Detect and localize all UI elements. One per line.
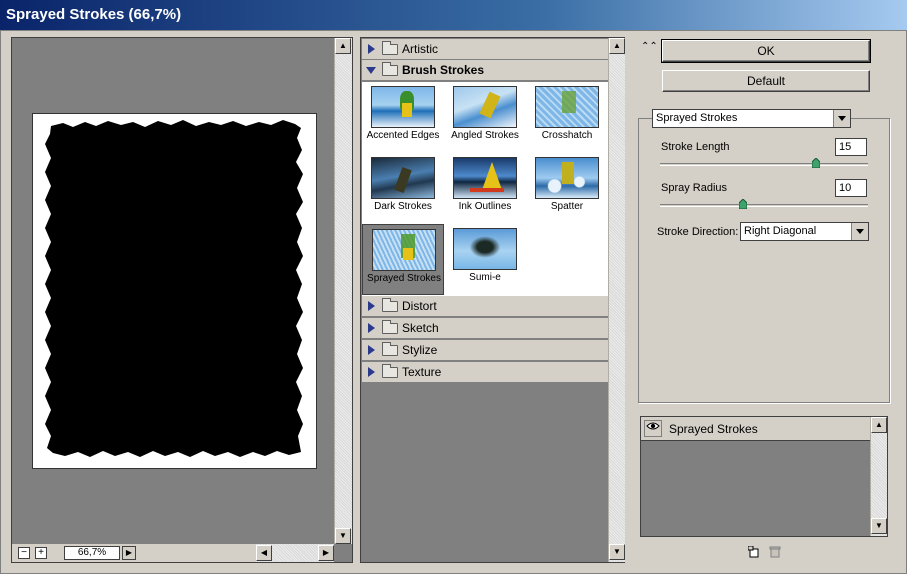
spray-radius-slider-handle[interactable]	[739, 199, 748, 209]
zoom-level-field[interactable]: 66,7%	[64, 546, 120, 560]
category-label: Texture	[402, 365, 442, 379]
stroke-length-slider[interactable]	[660, 163, 868, 166]
folder-icon	[382, 364, 398, 378]
collapse-triangle-icon	[366, 67, 376, 74]
thumb-crosshatch[interactable]: Crosshatch	[526, 82, 608, 153]
zoom-menu-arrow-icon[interactable]: ▶	[122, 546, 136, 560]
thumbnail-image	[371, 86, 435, 128]
category-label: Brush Strokes	[402, 63, 485, 77]
category-texture[interactable]: Texture	[362, 362, 608, 383]
thumbnail-label: Crosshatch	[541, 130, 593, 141]
trash-icon[interactable]	[769, 546, 781, 558]
folder-icon	[382, 41, 398, 55]
chevron-down-icon[interactable]	[833, 110, 850, 127]
scroll-right-arrow-icon[interactable]: ▶	[318, 545, 334, 561]
preview-image	[45, 120, 303, 457]
thumbnail-image	[453, 86, 517, 128]
folder-icon	[382, 320, 398, 334]
preview-canvas[interactable]	[12, 38, 334, 544]
expand-triangle-icon	[368, 301, 375, 311]
filter-gallery: Artistic Brush Strokes Accented Edges An…	[360, 37, 625, 563]
category-brush-strokes[interactable]: Brush Strokes	[362, 60, 608, 81]
default-button[interactable]: Default	[662, 70, 870, 92]
stroke-direction-value: Right Diagonal	[744, 225, 817, 237]
scroll-up-arrow-icon[interactable]: ▲	[609, 38, 625, 54]
stroke-length-label: Stroke Length	[661, 141, 730, 153]
folder-icon	[382, 342, 398, 356]
category-stylize[interactable]: Stylize	[362, 340, 608, 361]
preview-pane[interactable]: ▲ ▼ − + 66,7% ▶ ◀ ▶	[11, 37, 353, 563]
expand-triangle-icon	[368, 345, 375, 355]
filter-select[interactable]: Sprayed Strokes	[652, 109, 851, 128]
preview-document	[32, 113, 317, 469]
thumbnail-label: Ink Outlines	[458, 201, 512, 212]
expand-triangle-icon	[368, 323, 375, 333]
category-label: Distort	[402, 299, 437, 313]
brush-strokes-thumbnails: Accented Edges Angled Strokes Crosshatch…	[362, 82, 608, 296]
thumb-dark-strokes[interactable]: Dark Strokes	[362, 153, 444, 224]
category-artistic[interactable]: Artistic	[362, 39, 608, 60]
layers-vertical-scrollbar[interactable]: ▲ ▼	[870, 417, 887, 536]
preview-vertical-scrollbar[interactable]: ▲ ▼	[334, 38, 352, 544]
thumbnail-image	[371, 157, 435, 199]
scroll-up-arrow-icon[interactable]: ▲	[871, 417, 887, 433]
thumbnail-image	[535, 157, 599, 199]
zoom-in-button[interactable]: +	[35, 547, 47, 559]
scroll-left-arrow-icon[interactable]: ◀	[256, 545, 272, 561]
spray-radius-label: Spray Radius	[661, 182, 728, 194]
scroll-down-arrow-icon[interactable]: ▼	[609, 544, 625, 560]
window-title: Sprayed Strokes (66,7%)	[0, 0, 907, 30]
stroke-direction-label: Stroke Direction:	[657, 226, 739, 238]
zoom-out-button[interactable]: −	[18, 547, 30, 559]
thumb-ink-outlines[interactable]: Ink Outlines	[444, 153, 526, 224]
thumbnail-label: Accented Edges	[366, 130, 440, 141]
stroke-length-slider-handle[interactable]	[812, 158, 820, 168]
thumbnail-label: Spatter	[550, 201, 584, 212]
ok-button[interactable]: OK	[661, 39, 871, 63]
scroll-down-arrow-icon[interactable]: ▼	[335, 528, 351, 544]
thumbnail-label: Sumi-e	[469, 272, 501, 283]
thumbnail-label: Dark Strokes	[374, 201, 432, 212]
thumb-accented-edges[interactable]: Accented Edges	[362, 82, 444, 153]
thumbnail-image	[535, 86, 599, 128]
scroll-down-arrow-icon[interactable]: ▼	[871, 518, 887, 534]
filter-select-value: Sprayed Strokes	[656, 112, 738, 124]
category-label: Sketch	[402, 321, 439, 335]
filter-settings-group	[638, 118, 890, 403]
collapse-gallery-icon[interactable]: ⌃⌃	[641, 41, 658, 52]
new-effect-layer-icon[interactable]	[747, 545, 760, 558]
effect-layer-name: Sprayed Strokes	[669, 422, 758, 436]
chevron-down-icon[interactable]	[851, 223, 868, 240]
spray-radius-slider[interactable]	[660, 204, 868, 207]
category-label: Artistic	[402, 42, 438, 56]
thumb-angled-strokes[interactable]: Angled Strokes	[444, 82, 526, 153]
thumbnail-image	[453, 157, 517, 199]
folder-open-icon	[382, 62, 398, 76]
category-distort[interactable]: Distort	[362, 296, 608, 317]
folder-icon	[382, 298, 398, 312]
eye-icon[interactable]	[644, 420, 662, 437]
thumbnail-label: Sprayed Strokes	[367, 273, 441, 284]
thumbnail-image	[453, 228, 517, 270]
zoom-bar: − + 66,7% ▶	[12, 544, 256, 562]
scroll-up-arrow-icon[interactable]: ▲	[335, 38, 351, 54]
gallery-vertical-scrollbar[interactable]: ▲ ▼	[608, 38, 625, 562]
thumbnail-label: Angled Strokes	[451, 130, 519, 141]
category-sketch[interactable]: Sketch	[362, 318, 608, 339]
expand-triangle-icon	[368, 44, 375, 54]
thumbnail-image	[372, 229, 436, 271]
preview-horizontal-scrollbar[interactable]: ◀ ▶	[256, 544, 334, 562]
category-label: Stylize	[402, 343, 438, 357]
expand-triangle-icon	[368, 367, 375, 377]
thumb-spatter[interactable]: Spatter	[526, 153, 608, 224]
stroke-length-input[interactable]: 15	[835, 138, 867, 156]
spray-radius-input[interactable]: 10	[835, 179, 867, 197]
thumb-sumi-e[interactable]: Sumi-e	[444, 224, 526, 295]
stroke-direction-select[interactable]: Right Diagonal	[740, 222, 869, 241]
effect-layers-list: Sprayed Strokes ▲ ▼	[640, 416, 888, 537]
effect-layer-row[interactable]: Sprayed Strokes	[641, 417, 870, 441]
thumb-sprayed-strokes[interactable]: Sprayed Strokes	[362, 224, 444, 295]
